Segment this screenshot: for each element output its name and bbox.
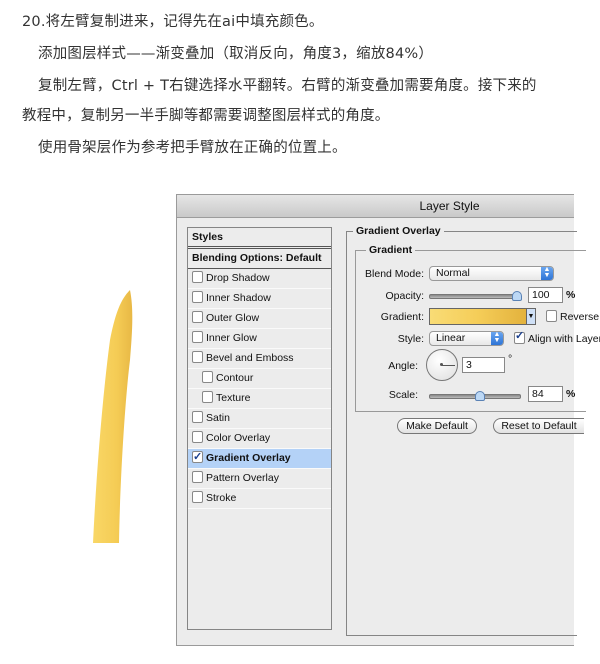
opacity-input[interactable]: 100 [528,287,563,303]
scale-label: Scale: [388,389,418,401]
style-item-color-overlay[interactable]: Color Overlay [188,429,331,449]
style-item-inner-shadow[interactable]: Inner Shadow [188,289,331,309]
style-item-inner-glow[interactable]: Inner Glow [188,329,331,349]
checkbox[interactable] [192,351,203,363]
angle-label: Angle: [388,360,418,372]
gradient-dropdown-arrow-icon[interactable]: ▼ [526,308,536,325]
style-item-label: Texture [216,392,251,404]
checkbox[interactable] [192,311,203,323]
style-item-label: Drop Shadow [206,272,270,284]
checkbox[interactable] [192,448,203,467]
style-item-label: Gradient Overlay [206,452,291,464]
style-item-satin[interactable]: Satin [188,409,331,429]
style-item-stroke[interactable]: Stroke [188,489,331,509]
make-default-button[interactable]: Make Default [397,418,477,434]
gradient-group: Gradient Blend Mode: Normal ▲ ▼ Opacity: … [355,244,600,412]
style-item-label: Stroke [206,492,237,504]
paragraph-add-style: 添加图层样式——渐变叠加（取消反向，角度3，缩放84%） [38,46,434,62]
updown-arrows-icon: ▲ ▼ [541,266,553,280]
style-select[interactable]: Linear ▲ ▼ [429,331,504,346]
checkbox[interactable] [192,271,203,283]
style-item-label: Bevel and Emboss [206,352,294,364]
reverse-checkbox[interactable]: Reverse [546,310,599,323]
reset-to-default-button[interactable]: Reset to Default [493,418,584,434]
layer-style-dialog: Layer Style Styles Blending Options: Def… [176,194,600,646]
paragraph-step-title: 20.将左臂复制进来，记得先在ai中填充颜色。 [22,14,324,30]
scale-slider[interactable] [429,391,521,401]
blend-mode-label: Blend Mode: [365,268,424,280]
arm-shape [93,290,133,543]
checkbox[interactable] [192,291,203,303]
blend-mode-value: Normal [436,267,470,279]
align-with-layer-checkbox[interactable]: Align with Layer [514,329,600,345]
paragraph-skeleton: 使用骨架层作为参考把手臂放在正确的位置上。 [38,140,347,156]
checkbox[interactable] [192,491,203,503]
opacity-slider[interactable] [429,291,522,301]
align-checkbox-box[interactable] [514,329,525,344]
dialog-titlebar[interactable]: Layer Style [177,195,574,218]
style-item-gradient-overlay[interactable]: Gradient Overlay [188,448,331,469]
style-item-contour[interactable]: Contour [188,369,331,389]
reverse-label: Reverse [560,311,600,323]
opacity-slider-thumb[interactable] [512,291,522,301]
style-label: Style: [397,333,424,345]
reverse-checkbox-box[interactable] [546,310,557,322]
opacity-unit: % [566,289,576,301]
group-title-gradient: Gradient [366,244,416,256]
style-item-label: Pattern Overlay [206,472,279,484]
scale-input[interactable]: 84 [528,386,563,402]
updown-arrows-icon: ▲ ▼ [491,331,503,345]
styles-list: Styles Blending Options: Default Drop Sh… [187,227,332,630]
style-item-label: Inner Glow [206,332,257,344]
angle-input[interactable]: 3 [462,357,505,373]
style-item-texture[interactable]: Texture [188,389,331,409]
opacity-label: Opacity: [385,290,424,302]
styles-header[interactable]: Styles [188,228,331,249]
blending-options-item[interactable]: Blending Options: Default [188,249,331,269]
blend-mode-select[interactable]: Normal ▲ ▼ [429,266,554,281]
scale-slider-thumb[interactable] [475,391,486,401]
style-item-label: Inner Shadow [206,292,271,304]
style-item-label: Contour [216,372,254,384]
style-item-pattern-overlay[interactable]: Pattern Overlay [188,469,331,489]
gradient-overlay-panel: Gradient Overlay Gradient Blend Mode: No… [346,225,600,636]
paragraph-duplicate-arm: 复制左臂，Ctrl + T右键选择水平翻转。右臂的渐变叠加需要角度。接下来的 [38,78,537,94]
checkbox[interactable] [192,471,203,483]
align-label: Align with Layer [528,333,600,345]
style-item-drop-shadow[interactable]: Drop Shadow [188,269,331,289]
style-value: Linear [436,332,466,344]
angle-unit: ° [508,353,513,365]
checkbox[interactable] [192,431,203,443]
style-item-label: Satin [206,412,230,424]
arm-illustration [93,290,133,543]
checkbox[interactable] [202,371,213,383]
style-item-outer-glow[interactable]: Outer Glow [188,309,331,329]
angle-dial[interactable] [426,349,458,381]
scale-unit: % [566,388,576,400]
style-item-bevel-and-emboss[interactable]: Bevel and Emboss [188,349,331,369]
checkbox[interactable] [202,391,213,403]
dialog-title: Layer Style [419,199,480,213]
checkbox[interactable] [192,411,203,423]
gradient-swatch[interactable] [429,308,527,325]
section-title-gradient-overlay: Gradient Overlay [353,225,444,237]
paragraph-continued: 教程中，复制另一半手脚等都需要调整图层样式的角度。 [22,108,390,124]
checkbox[interactable] [192,331,203,343]
style-item-label: Color Overlay [206,432,271,444]
style-item-label: Outer Glow [206,312,260,324]
gradient-label: Gradient: [380,311,424,323]
